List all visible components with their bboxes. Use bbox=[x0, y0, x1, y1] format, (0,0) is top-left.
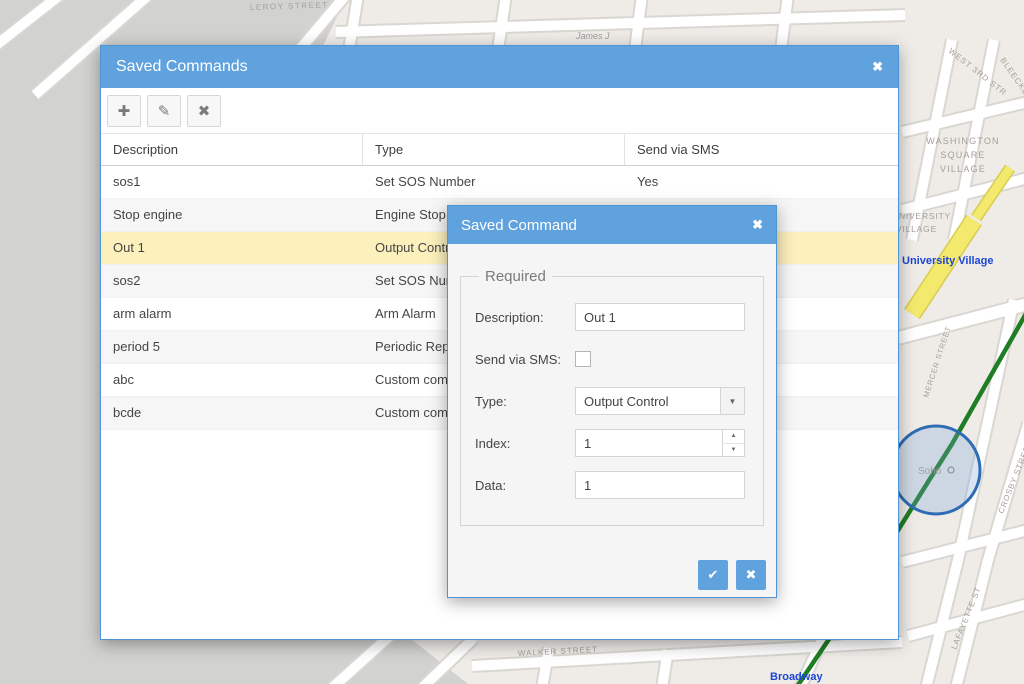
chevron-down-icon[interactable]: ▼ bbox=[720, 388, 744, 414]
index-row: Index: ▲ ▼ bbox=[475, 429, 749, 457]
index-label: Index: bbox=[475, 436, 575, 451]
table-cell-type: Set SOS Number bbox=[363, 166, 625, 198]
type-combobox[interactable]: ▼ bbox=[575, 387, 745, 415]
data-label: Data: bbox=[475, 478, 575, 493]
window-title: Saved Commands bbox=[116, 58, 872, 76]
table-cell-description: abc bbox=[101, 364, 363, 396]
table-cell-description: Stop engine bbox=[101, 199, 363, 231]
spin-up-icon[interactable]: ▲ bbox=[723, 430, 744, 444]
data-row: Data: bbox=[475, 471, 749, 499]
description-input[interactable] bbox=[575, 303, 745, 331]
window-header[interactable]: Saved Commands ✖ bbox=[101, 46, 898, 88]
required-fieldset: Required Description: Send via SMS: Type… bbox=[460, 268, 764, 526]
map-label: James J bbox=[575, 31, 610, 41]
column-header-sms[interactable]: Send via SMS bbox=[625, 134, 898, 165]
remove-button[interactable]: ✖ bbox=[187, 95, 221, 127]
map-label: University Village bbox=[902, 255, 994, 267]
spinner-triggers: ▲ ▼ bbox=[722, 430, 744, 456]
index-spinner[interactable]: ▲ ▼ bbox=[575, 429, 745, 457]
map-label: SQUARE bbox=[940, 150, 985, 160]
type-combobox-input[interactable] bbox=[576, 388, 720, 414]
description-label: Description: bbox=[475, 310, 575, 325]
saved-command-dialog: Saved Command ✖ Required Description: Se… bbox=[447, 205, 777, 598]
map-label: UNIVERSITY bbox=[892, 211, 951, 221]
type-label: Type: bbox=[475, 394, 575, 409]
map-label: Broadway bbox=[770, 671, 823, 683]
confirm-button[interactable]: ✔ bbox=[698, 560, 728, 590]
table-cell-description: arm alarm bbox=[101, 298, 363, 330]
add-button[interactable]: ✚ bbox=[107, 95, 141, 127]
map-label: WASHINGTON bbox=[926, 136, 1000, 146]
table-cell-description: Out 1 bbox=[101, 232, 363, 264]
fieldset-legend: Required bbox=[479, 268, 552, 285]
close-icon[interactable]: ✖ bbox=[872, 59, 883, 75]
table-row[interactable]: sos1Set SOS NumberYes bbox=[101, 166, 898, 199]
column-header-type[interactable]: Type bbox=[363, 134, 625, 165]
column-header-description[interactable]: Description bbox=[101, 134, 363, 165]
dialog-header[interactable]: Saved Command ✖ bbox=[448, 206, 776, 244]
edit-button[interactable]: ✎ bbox=[147, 95, 181, 127]
cancel-button[interactable]: ✖ bbox=[736, 560, 766, 590]
dialog-close-icon[interactable]: ✖ bbox=[752, 217, 763, 233]
table-cell-description: sos2 bbox=[101, 265, 363, 297]
map-label: Soho bbox=[918, 466, 942, 477]
table-cell-description: bcde bbox=[101, 397, 363, 429]
send-via-sms-checkbox[interactable] bbox=[575, 351, 591, 367]
table-cell-description: period 5 bbox=[101, 331, 363, 363]
table-cell-sms: Yes bbox=[625, 166, 898, 198]
index-input[interactable] bbox=[576, 430, 722, 456]
description-row: Description: bbox=[475, 303, 749, 331]
sms-row: Send via SMS: bbox=[475, 345, 749, 373]
commands-toolbar: ✚ ✎ ✖ bbox=[101, 88, 898, 133]
dialog-footer: ✔ ✖ bbox=[448, 553, 776, 597]
table-cell-description: sos1 bbox=[101, 166, 363, 198]
spin-down-icon[interactable]: ▼ bbox=[723, 444, 744, 457]
map-label: VILLAGE bbox=[896, 224, 937, 234]
grid-header: Description Type Send via SMS bbox=[101, 133, 898, 166]
type-row: Type: ▼ bbox=[475, 387, 749, 415]
sms-label: Send via SMS: bbox=[475, 352, 575, 367]
map-label: VILLAGE bbox=[940, 164, 986, 174]
data-input[interactable] bbox=[575, 471, 745, 499]
dialog-title: Saved Command bbox=[461, 217, 752, 234]
